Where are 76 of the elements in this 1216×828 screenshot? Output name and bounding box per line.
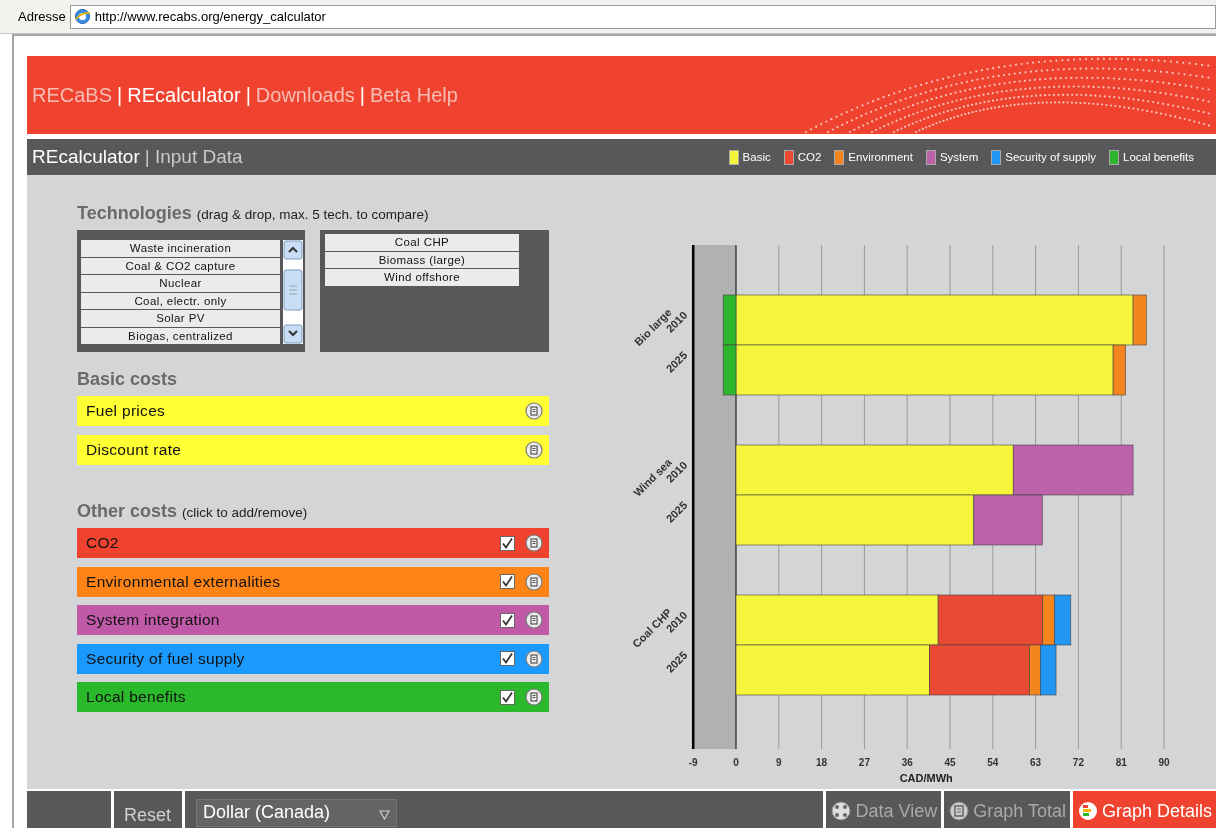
technology-item[interactable]: Wind offshore [325, 269, 519, 286]
legend-label: Security of supply [1005, 151, 1097, 163]
cost-label: CO2 [86, 534, 120, 552]
view-icon [1077, 801, 1098, 821]
cost-category-bar[interactable]: CO2 [77, 528, 549, 558]
axis-title: CAD/MWh [899, 772, 953, 784]
axis-tick-label: 27 [858, 757, 870, 768]
cost-label: Fuel prices [86, 402, 167, 420]
axis-tick-label: 18 [816, 757, 828, 768]
axis-tick-label: 36 [901, 757, 913, 768]
technology-item[interactable]: Solar PV [81, 310, 280, 327]
cost-label: Security of fuel supply [86, 649, 246, 668]
view-icon [949, 801, 970, 821]
checkbox[interactable] [500, 612, 515, 628]
axis-tick-label: -9 [688, 757, 698, 768]
technology-item[interactable]: Coal & CO2 capture [81, 257, 280, 274]
address-field[interactable]: http://www.recabs.org/energy_calculator [69, 4, 1216, 29]
cost-category-bar[interactable]: System integration [77, 605, 549, 635]
technology-item[interactable]: Nuclear [81, 275, 280, 292]
cost-label: Local benefits [86, 688, 187, 706]
cost-label: Discount rate [86, 441, 183, 459]
caret-icon [379, 810, 390, 820]
info-icon[interactable] [525, 611, 543, 629]
view-icon [831, 801, 852, 821]
checkbox[interactable] [500, 689, 515, 705]
checkbox[interactable] [500, 651, 515, 666]
cost-label: System integration [86, 611, 221, 629]
cost-category-bar[interactable]: Local benefits [77, 682, 549, 712]
technology-item[interactable]: Biomass (large) [325, 251, 519, 268]
info-icon[interactable] [525, 649, 543, 668]
axis-tick-label: 0 [733, 757, 739, 768]
axis-tick-label: 72 [1072, 757, 1084, 768]
nav-separator: | [117, 83, 123, 107]
section-heading: Other costs [77, 501, 178, 522]
nav-link[interactable]: REcalculator [127, 83, 241, 107]
axis-tick-label: 9 [776, 757, 782, 768]
section-heading: Basic costs [77, 369, 178, 390]
info-icon[interactable] [525, 441, 543, 459]
legend-label: CO2 [797, 151, 822, 163]
technology-item[interactable]: Biogas, centralized [81, 327, 280, 344]
browser-icon [73, 8, 91, 25]
address-label: Adresse [18, 9, 66, 24]
axis-tick-label: 90 [1158, 757, 1170, 768]
info-icon[interactable] [525, 534, 543, 552]
hint-text: (click to add/remove) [182, 505, 308, 520]
section-heading: Technologies [77, 203, 192, 224]
axis-tick-label: 54 [987, 757, 999, 768]
nav-separator: | [359, 83, 365, 107]
info-icon[interactable] [525, 688, 543, 706]
technology-item[interactable]: Coal, electr. only [81, 292, 280, 309]
info-icon[interactable] [525, 402, 543, 420]
legend-label: Local benefits [1123, 151, 1194, 163]
cost-category-bar[interactable]: Fuel prices [77, 396, 549, 426]
axis-tick-label: 81 [1115, 757, 1127, 768]
legend-label: Environment [848, 151, 913, 163]
checkbox[interactable] [500, 574, 515, 589]
scrollbar[interactable] [283, 240, 303, 344]
currency-dropdown[interactable]: Dollar (Canada) [196, 799, 397, 827]
checkbox[interactable] [500, 535, 515, 551]
section-title: REcalculator [32, 146, 140, 168]
hint-text: (drag & drop, max. 5 tech. to compare) [196, 207, 429, 222]
info-icon[interactable] [525, 572, 543, 591]
cost-label: Environmental externalities [86, 572, 282, 591]
nav-separator: | [245, 83, 251, 107]
reset-button[interactable]: Reset [114, 791, 182, 828]
cost-category-bar[interactable]: Discount rate [77, 435, 549, 465]
cost-category-bar[interactable]: Security of fuel supply [77, 643, 549, 674]
view-tab[interactable]: Graph Details [1072, 791, 1216, 828]
axis-tick-label: 45 [944, 757, 956, 768]
section-subtitle: | Input Data [144, 146, 243, 168]
technology-item[interactable]: Waste incineration [81, 240, 280, 257]
legend-label: Basic [742, 151, 771, 163]
legend-label: System [939, 151, 979, 163]
cost-category-bar[interactable]: Environmental externalities [77, 566, 549, 597]
technology-item[interactable]: Coal CHP [325, 234, 519, 251]
axis-tick-label: 63 [1030, 757, 1042, 768]
